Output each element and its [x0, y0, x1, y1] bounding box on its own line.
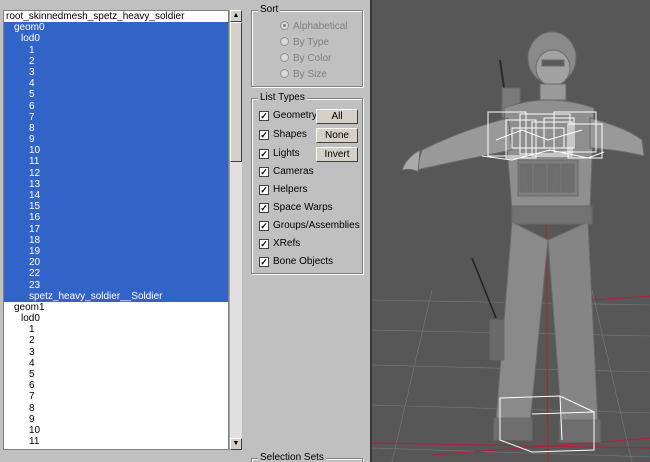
check-icon: ✓	[259, 239, 269, 249]
tree-item[interactable]: 19	[4, 245, 228, 258]
tree-item[interactable]: 16	[4, 212, 228, 224]
sort-option-label: By Size	[293, 69, 327, 80]
check-icon: ✓	[259, 185, 269, 195]
tree-item[interactable]: 8	[4, 122, 228, 135]
tree-item[interactable]: 8	[4, 403, 228, 414]
check-icon: ✓	[259, 257, 269, 267]
sort-option-label: By Type	[293, 37, 329, 48]
tree-item[interactable]: 13	[4, 178, 228, 190]
tree-item[interactable]: 23	[4, 279, 228, 291]
checkbox-label: Space Warps	[273, 202, 333, 213]
options-panel: Sort Alphabetical By Type By Color By Si…	[244, 0, 370, 462]
tree-item[interactable]: 12	[4, 167, 228, 179]
select-none-button[interactable]: None	[316, 128, 358, 143]
tree-item[interactable]: geom0	[4, 22, 228, 34]
arrow-up-icon: ▲	[232, 12, 240, 19]
checkbox-label: Groups/Assemblies	[273, 220, 360, 231]
bone-objects-checkbox[interactable]: ✓ Bone Objects	[259, 254, 333, 270]
object-tree-list[interactable]: root_skinnedmesh_spetz_heavy_soldier geom…	[3, 10, 229, 450]
scroll-thumb[interactable]	[230, 22, 242, 162]
arrow-down-icon: ▼	[232, 440, 240, 447]
tree-item[interactable]: 11	[4, 156, 228, 168]
shapes-checkbox[interactable]: ✓ Shapes	[259, 127, 307, 143]
checkbox-label: Bone Objects	[273, 256, 334, 267]
check-icon: ✓	[259, 221, 269, 231]
check-icon: ✓	[259, 130, 269, 140]
tree-item[interactable]: 9	[4, 414, 228, 425]
xrefs-checkbox[interactable]: ✓ XRefs	[259, 236, 300, 252]
invert-selection-button[interactable]: Invert	[316, 147, 358, 162]
tree-item[interactable]: lod0	[4, 313, 228, 324]
sort-group: Sort Alphabetical By Type By Color By Si…	[251, 4, 363, 87]
checkbox-label: Lights	[273, 148, 300, 159]
check-icon: ✓	[259, 203, 269, 213]
selection-sets-group: Selection Sets	[251, 452, 363, 462]
list-types-group-title: List Types	[258, 92, 307, 104]
tree-item[interactable]: 3	[4, 347, 228, 358]
object-tree-panel: root_skinnedmesh_spetz_heavy_soldier geom…	[0, 0, 244, 462]
radio-selected-icon	[280, 21, 289, 30]
tree-item[interactable]: geom1	[4, 302, 228, 313]
viewport-3d[interactable]	[370, 0, 650, 462]
tree-item[interactable]: 11	[4, 436, 228, 447]
tree-item[interactable]: 17	[4, 223, 228, 235]
helpers-checkbox[interactable]: ✓ Helpers	[259, 182, 307, 198]
checkbox-label: Cameras	[273, 166, 314, 177]
tree-scrollbar[interactable]: ▲ ▼	[229, 10, 242, 450]
lights-checkbox[interactable]: ✓ Lights	[259, 146, 300, 162]
tree-item[interactable]: 3	[4, 66, 228, 79]
select-all-button[interactable]: All	[316, 109, 358, 124]
sort-group-title: Sort	[258, 4, 281, 16]
tree-item[interactable]: root_skinnedmesh_spetz_heavy_soldier	[4, 11, 228, 22]
scroll-up-button[interactable]: ▲	[230, 10, 242, 22]
sort-by-type-radio[interactable]: By Type	[280, 36, 329, 50]
check-icon: ✓	[259, 167, 269, 177]
tree-item[interactable]: 22	[4, 268, 228, 280]
tree-item[interactable]: 5	[4, 89, 228, 101]
groups-assemblies-checkbox[interactable]: ✓ Groups/Assemblies	[259, 218, 360, 234]
tree-item[interactable]: 2	[4, 55, 228, 67]
cameras-checkbox[interactable]: ✓ Cameras	[259, 164, 314, 180]
selection-sets-group-title: Selection Sets	[258, 452, 326, 462]
tree-item[interactable]: 4	[4, 358, 228, 369]
tree-item[interactable]: 7	[4, 391, 228, 402]
checkbox-label: Geometry	[273, 110, 317, 121]
checkbox-label: Shapes	[273, 129, 307, 140]
tree-item[interactable]: 5	[4, 369, 228, 380]
tree-item[interactable]: 20	[4, 257, 228, 269]
radio-icon	[280, 69, 289, 78]
tree-item[interactable]: lod0	[4, 33, 228, 45]
sort-by-size-radio[interactable]: By Size	[280, 68, 327, 82]
viewport-scene	[372, 31, 650, 462]
tree-item[interactable]: 9	[4, 134, 228, 146]
soldier-model	[401, 31, 645, 443]
sort-by-color-radio[interactable]: By Color	[280, 52, 331, 66]
tree-item[interactable]: 2	[4, 335, 228, 346]
radio-icon	[280, 37, 289, 46]
radio-icon	[280, 53, 289, 62]
tree-item[interactable]: 18	[4, 234, 228, 246]
tree-item[interactable]: 7	[4, 111, 228, 123]
sort-option-label: By Color	[293, 53, 332, 64]
tree-item[interactable]: 6	[4, 100, 228, 112]
tree-item[interactable]: 14	[4, 190, 228, 202]
tree-item[interactable]: 1	[4, 44, 228, 56]
tree-item[interactable]: 4	[4, 78, 228, 90]
check-icon: ✓	[259, 149, 269, 159]
checkbox-label: XRefs	[273, 238, 301, 249]
sort-alphabetical-radio[interactable]: Alphabetical	[280, 20, 347, 34]
tree-item[interactable]: 15	[4, 201, 228, 213]
tree-item[interactable]: 6	[4, 380, 228, 391]
check-icon: ✓	[259, 111, 269, 121]
tree-item[interactable]: 10	[4, 145, 228, 157]
space-warps-checkbox[interactable]: ✓ Space Warps	[259, 200, 333, 216]
scroll-down-button[interactable]: ▼	[230, 438, 242, 450]
tree-item[interactable]: 10	[4, 425, 228, 436]
geometry-checkbox[interactable]: ✓ Geometry	[259, 108, 317, 124]
checkbox-label: Helpers	[273, 184, 308, 195]
sort-option-label: Alphabetical	[293, 21, 348, 32]
tree-item[interactable]: 1	[4, 324, 228, 335]
list-types-group: List Types ✓ Geometry ✓ Shapes ✓ Lights ✓ Ca…	[251, 92, 363, 274]
tree-item[interactable]: spetz_heavy_soldier__Soldier	[4, 290, 228, 302]
